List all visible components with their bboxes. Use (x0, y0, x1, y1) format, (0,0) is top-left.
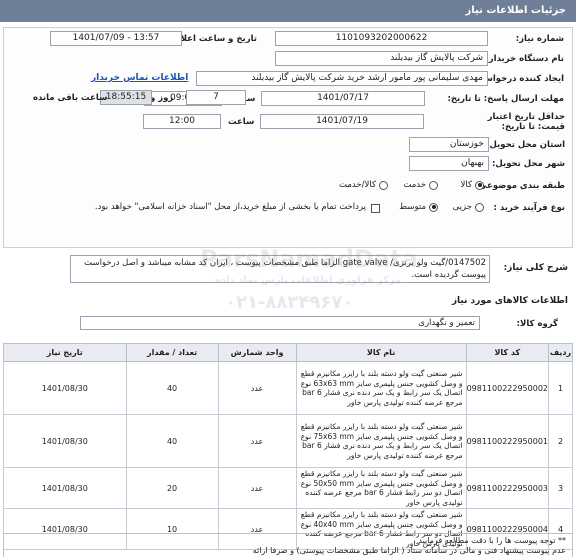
table-row: 1 0981100222950002 شیر صنعتی گیت ولو دست… (3, 361, 573, 415)
cell-qty: 40 (125, 361, 219, 415)
table-header-row: ردیف کد کالا نام کالا واحد شمارش تعداد /… (3, 343, 573, 362)
table-row: 2 0981100222950001 شیر صنعتی گیت ولو دست… (3, 414, 573, 468)
cell-date: 1401/08/30 (3, 467, 127, 509)
goods-table: ردیف کد کالا نام کالا واحد شمارش تعداد /… (3, 343, 573, 550)
buyer-field: شرکت پالایش گاز بیدبلند (275, 51, 488, 66)
cell-row: 3 (548, 467, 573, 509)
cell-unit: عدد (217, 361, 297, 415)
table-row: 3 0981100222950003 شیر صنعتی گیت ولو دست… (3, 467, 573, 509)
col-date: تاریخ نیاز (3, 343, 127, 362)
purchase-type-label: نوع فرآیند خرید : (493, 203, 565, 213)
treasury-payment-checkbox[interactable] (371, 204, 380, 213)
category-option-both-label: کالا/خدمت (339, 180, 376, 190)
radio-selected-icon[interactable] (429, 202, 438, 212)
price-validity-date-field: 1401/07/19 (260, 114, 424, 129)
radio-icon[interactable] (429, 180, 438, 190)
need-number-field: 1101093202000622 (275, 31, 488, 46)
radio-icon[interactable] (475, 202, 484, 212)
radio-icon[interactable] (379, 180, 388, 190)
price-validity-time-label: ساعت (228, 117, 255, 127)
col-code: کد کالا (465, 343, 550, 362)
city-field: بهبهان (409, 156, 489, 171)
cell-unit: عدد (217, 414, 297, 468)
cell-date: 1401/08/30 (3, 414, 127, 468)
col-qty: تعداد / مقدار (125, 343, 219, 362)
cell-code: 0981100222950002 (465, 361, 550, 415)
cell-code: 0981100222950001 (465, 414, 550, 468)
days-label: روز و (150, 93, 174, 103)
buyer-contact-link[interactable]: اطلاعات تماس خریدار (91, 73, 188, 83)
note-line-1: ** توجه پیوست ها را با دقت مطالعه فرمایی… (413, 536, 566, 545)
category-option-service[interactable]: خدمت (403, 180, 438, 190)
city-label: شهر محل تحویل: (492, 159, 565, 169)
watermark-phone: ۰۲۱-۸۸۳۴۹۶۷۰ (225, 292, 354, 313)
reply-deadline-label: مهلت ارسال پاسخ: تا تاریخ: (447, 94, 564, 104)
col-row: ردیف (548, 343, 573, 362)
page-header: جزئیات اطلاعات نیاز (0, 0, 576, 22)
purchase-option-medium[interactable]: متوسط (399, 202, 438, 212)
category-option-goods-label: کالا (460, 180, 472, 190)
page-title: جزئیات اطلاعات نیاز (465, 5, 566, 16)
treasury-payment-note: پرداخت تمام یا بخشی از مبلغ خرید،از محل … (94, 202, 366, 212)
cell-code: 0981100222950003 (465, 467, 550, 509)
general-desc-label: شرح کلی نیاز: (503, 263, 568, 273)
cell-row: 1 (548, 361, 573, 415)
goods-info-title: اطلاعات کالاهای مورد نیاز (451, 296, 568, 306)
requester-field: مهدی سلیمانی پور مامور ارشد خرید شرکت پا… (196, 71, 488, 86)
category-option-service-label: خدمت (403, 180, 426, 190)
cell-name: شیر صنعتی گیت ولو دسته بلند با رایزر مکا… (295, 361, 467, 415)
note-line-2: عدم پیوست پیشنهاد فنی و مالی در سامانه س… (252, 546, 566, 555)
buyer-label: نام دستگاه خریدار: (485, 54, 564, 64)
purchase-option-minor[interactable]: جزیی (453, 202, 484, 212)
category-label: طبقه بندی موضوعی: (475, 181, 565, 191)
cell-qty: 40 (125, 414, 219, 468)
reply-days-field: 7 (186, 90, 246, 105)
general-desc-field: 0147502/گیت ولو برنزی/ gate valve الزاما… (70, 255, 490, 283)
remaining-time-field: 18:55:15 (100, 90, 152, 105)
category-option-both[interactable]: کالا/خدمت (339, 180, 388, 190)
cell-row: 2 (548, 414, 573, 468)
remaining-time-label: ساعت باقی مانده (33, 93, 108, 103)
price-validity-time-field: 12:00 (143, 114, 221, 129)
goods-group-field: تعمیر و نگهداری (80, 316, 480, 330)
notes-box: ** توجه پیوست ها را با دقت مطالعه فرمایی… (3, 533, 573, 557)
need-number-label: شماره نیاز: (515, 34, 564, 44)
radio-selected-icon[interactable] (475, 180, 484, 190)
cell-unit: عدد (217, 467, 297, 509)
province-label: استان محل تحویل: (486, 140, 565, 150)
price-validity-label: حداقل تاریخ اعتبار قیمت: تا تاریخ: (487, 112, 565, 132)
cell-name: شیر صنعتی گیت ولو دسته بلند با رایزر مکا… (295, 414, 467, 468)
announce-date-field: 1401/07/09 - 13:57 (50, 31, 182, 46)
goods-group-label: گروه کالا: (516, 319, 558, 329)
cell-name: شیر صنعتی گیت ولو دسته بلند با رایزر مکا… (295, 467, 467, 509)
reply-date-field: 1401/07/17 (261, 91, 425, 106)
cell-date: 1401/08/30 (3, 361, 127, 415)
col-unit: واحد شمارش (217, 343, 297, 362)
province-field: خوزستان (409, 137, 489, 152)
col-name: نام کالا (295, 343, 467, 362)
purchase-option-medium-label: متوسط (399, 202, 426, 212)
category-option-goods[interactable]: کالا (461, 180, 484, 190)
purchase-option-minor-label: جزیی (452, 202, 472, 212)
cell-qty: 20 (125, 467, 219, 509)
